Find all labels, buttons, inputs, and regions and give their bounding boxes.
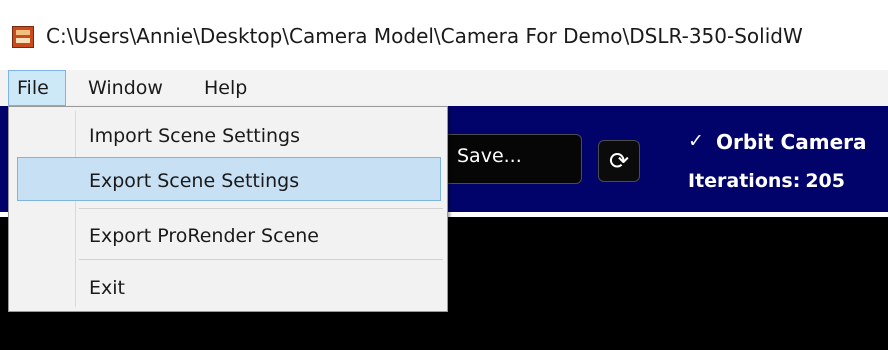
menu-separator xyxy=(79,208,443,209)
refresh-button[interactable]: ⟳ xyxy=(598,140,640,182)
orbit-camera-checkbox[interactable]: ✓ xyxy=(688,130,704,152)
title-bar: C:\Users\Annie\Desktop\Camera Model\Came… xyxy=(0,0,888,70)
iterations-value: 205 xyxy=(805,170,845,192)
iterations-label: Iterations: xyxy=(688,170,801,192)
save-button[interactable]: Save... xyxy=(434,134,582,184)
app-logo-icon xyxy=(12,26,34,48)
menu-separator xyxy=(79,259,443,260)
file-menu-dropdown: Import Scene Settings Export Scene Setti… xyxy=(8,106,448,312)
window-title: C:\Users\Annie\Desktop\Camera Model\Came… xyxy=(46,24,803,48)
menu-file[interactable]: File xyxy=(8,70,66,106)
menu-item-export-prorender-scene[interactable]: Export ProRender Scene xyxy=(89,225,319,247)
menu-bar: File Window Help xyxy=(0,70,888,106)
menu-window[interactable]: Window xyxy=(80,70,171,106)
menu-help[interactable]: Help xyxy=(196,70,255,106)
menu-item-export-scene-settings[interactable]: Export Scene Settings xyxy=(89,170,299,192)
app-logo-stripe-top xyxy=(16,30,30,35)
refresh-icon: ⟳ xyxy=(608,147,630,175)
menu-item-import-scene-settings[interactable]: Import Scene Settings xyxy=(89,125,300,147)
iterations-readout: Iterations: 205 xyxy=(688,170,845,192)
menu-item-exit[interactable]: Exit xyxy=(89,277,125,299)
menu-icon-gutter xyxy=(75,111,76,307)
orbit-camera-label[interactable]: Orbit Camera xyxy=(716,130,867,154)
app-logo-stripe-bottom xyxy=(16,38,30,43)
